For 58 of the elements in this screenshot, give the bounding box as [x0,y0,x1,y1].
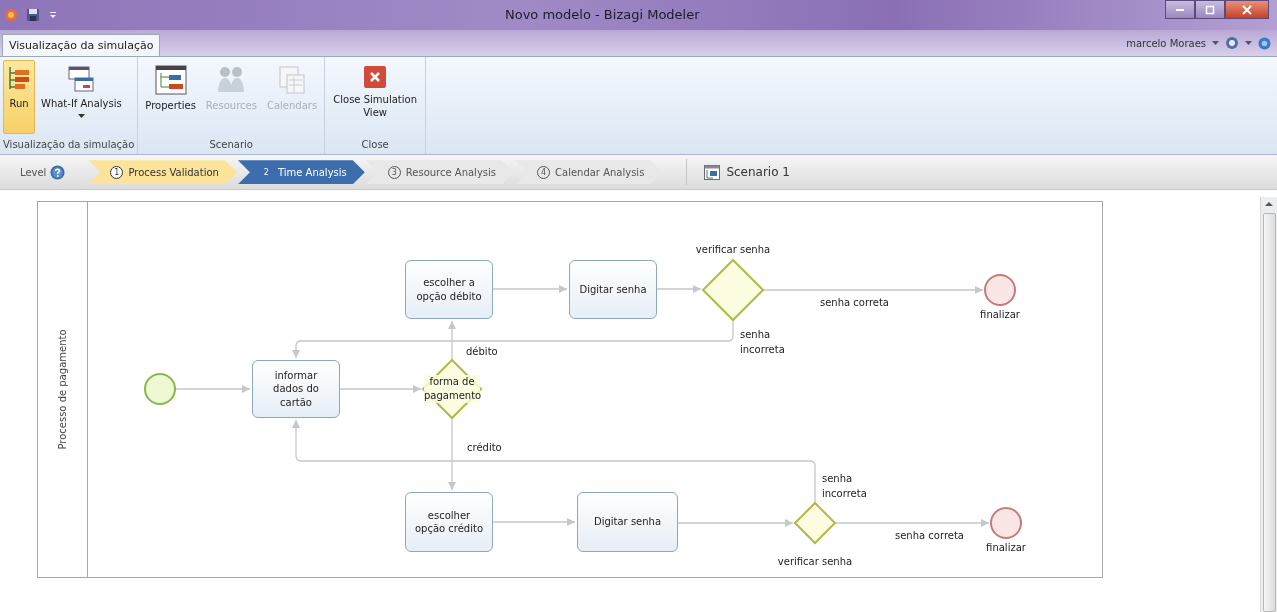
close-icon [363,65,388,90]
task: escolher a opção débito [405,260,493,319]
task: Digitar senha [569,260,657,319]
level-label: Level [20,166,47,178]
step-tab[interactable]: 2 Time Analysis [237,160,365,185]
ribbon-button[interactable]: Properties [141,60,200,135]
flow-label: crédito [467,441,502,455]
scroll-up-icon[interactable] [1265,201,1273,207]
maximize-button[interactable] [1195,0,1225,19]
caret-icon[interactable] [1212,40,1219,46]
gateway [793,501,837,545]
properties-icon [154,65,187,96]
window-title: Novo modelo - Bizagi Modeler [505,7,700,23]
group-label: Visualização da simulação [3,138,135,153]
start-event [144,373,176,405]
node-label: finalizar [986,542,1026,553]
scenario-icon [704,164,721,180]
group-label: Close [360,138,390,153]
user-name[interactable]: marcelo Moraes [1126,37,1206,49]
node-label: verificar senha [777,556,853,567]
group-label: Scenario [208,138,254,153]
flow-label: senha incorreta [740,328,786,357]
windows-icon [68,65,95,94]
flow-label: débito [466,345,498,359]
lane-label: Processo de pagamento [57,329,68,450]
task: escolher opção crédito [405,492,493,552]
minimize-icon [1176,8,1184,11]
ribbon-tab[interactable]: Visualização da simulação [2,34,161,57]
minimize-button[interactable] [1165,0,1195,19]
theme-icon[interactable] [1225,36,1239,51]
close-button[interactable] [1225,0,1269,19]
end-event [984,274,1016,306]
vertical-scrollbar[interactable] [1260,197,1277,612]
customize-caret-icon[interactable] [48,9,58,20]
close-icon [1242,4,1252,15]
gateway [701,258,765,322]
flow-label: senha correta [820,296,889,310]
maximize-icon [1205,4,1215,15]
calendar-icon [278,65,307,96]
flow-label: senha correta [895,529,964,543]
ribbon-button[interactable]: Run [3,60,35,135]
end-event [990,507,1022,539]
save-icon[interactable] [26,7,40,22]
task: informar dados do cartão [252,360,340,418]
help-icon[interactable] [1258,36,1271,50]
node-label: forma de pagamento [424,375,480,403]
scenario-label: Scenario 1 [726,165,790,180]
caret-icon[interactable] [1245,40,1252,46]
ribbon-button[interactable]: Close Simulation View [328,60,423,135]
step-tab[interactable]: 1 Process Validation [88,160,237,185]
flow-label: senha incorreta [822,472,868,501]
scroll-thumb[interactable] [1262,213,1276,612]
help-icon[interactable] [50,164,66,180]
node-label: verificar senha [695,244,771,255]
sequence-flow [656,285,702,293]
task: Digitar senha [577,492,678,552]
ribbon-button[interactable]: What-If Analysis [37,60,126,135]
node-label: finalizar [980,309,1020,320]
